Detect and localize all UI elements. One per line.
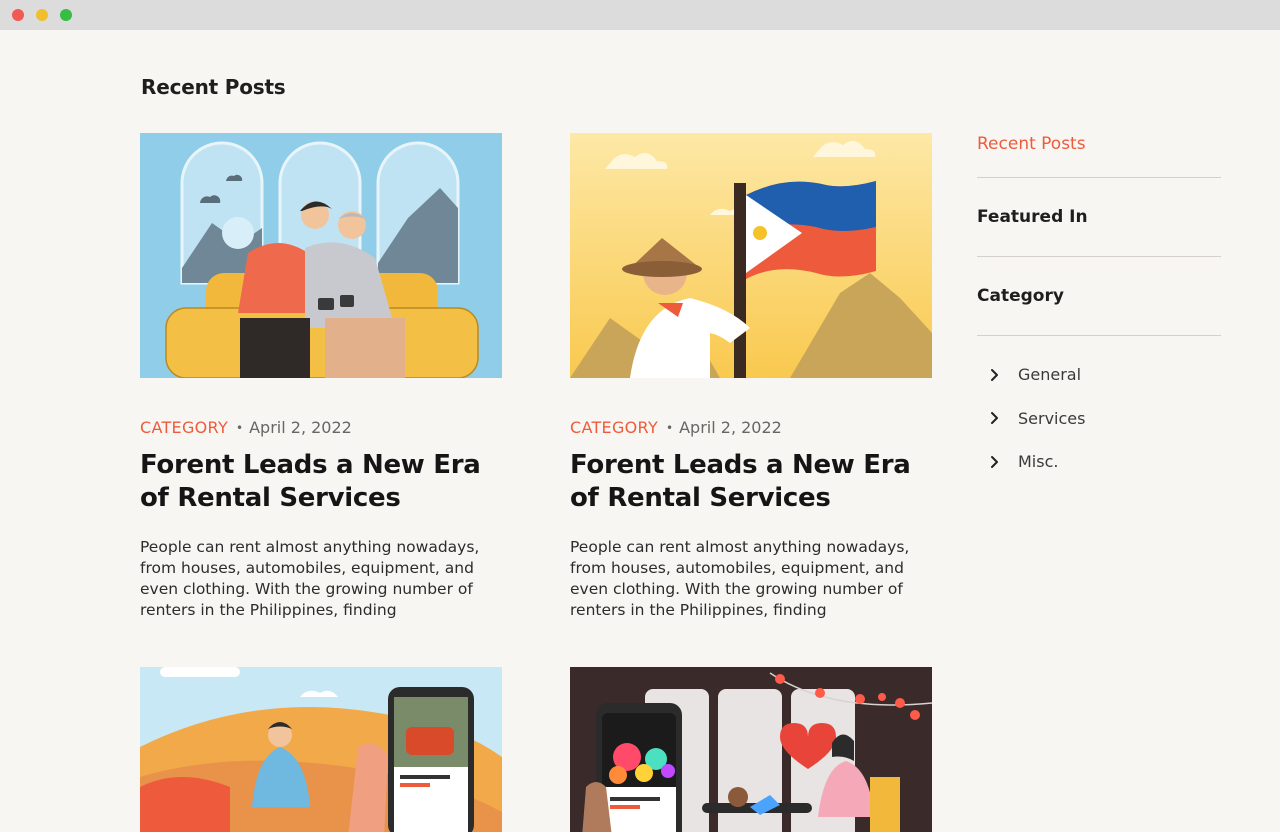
meta-separator: • [236,420,244,435]
post-card [140,667,502,832]
post-date: April 2, 2022 [679,418,782,437]
post-card: CATEGORY • April 2, 2022 Forent Leads a … [140,133,502,633]
window-titlebar [0,0,1280,30]
post-thumbnail[interactable] [570,667,932,832]
category-list: General Services Misc. [977,353,1221,484]
post-thumbnail[interactable] [570,133,932,378]
category-label: General [1018,365,1082,385]
maximize-window-button[interactable] [60,9,72,21]
post-card: CATEGORY • April 2, 2022 Forent Leads a … [570,133,932,633]
sidebar-tab-category[interactable]: Category [977,257,1221,336]
category-label: Misc. [1018,452,1059,472]
sidebar-tab-featured-in[interactable]: Featured In [977,178,1221,257]
category-item-general[interactable]: General [977,353,1221,397]
category-item-services[interactable]: Services [977,397,1221,441]
close-window-button[interactable] [12,9,24,21]
post-title[interactable]: Forent Leads a New Era of Rental Service… [140,449,502,515]
post-meta: CATEGORY • April 2, 2022 [570,418,782,437]
man-with-philippine-flag-illustration [570,133,932,378]
category-label: Services [1018,408,1086,428]
couple-on-sofa-illustration [140,133,502,378]
date-night-phone-illustration [570,667,932,832]
sidebar-tab-recent-posts[interactable]: Recent Posts [977,130,1221,178]
post-card [570,667,932,832]
blog-sidebar: Recent Posts Featured In Category Genera… [977,130,1221,484]
post-excerpt: People can rent almost anything nowadays… [140,538,480,619]
post-excerpt: People can rent almost anything nowadays… [570,538,910,619]
post-meta: CATEGORY • April 2, 2022 [140,418,352,437]
chevron-right-icon [991,455,998,468]
chevron-right-icon [991,412,998,425]
post-thumbnail[interactable] [140,133,502,378]
category-item-misc[interactable]: Misc. [977,440,1221,484]
chevron-right-icon [991,368,998,381]
meta-separator: • [666,420,674,435]
minimize-window-button[interactable] [36,9,48,21]
car-rental-phone-illustration [140,667,502,832]
section-title: Recent Posts [141,75,286,99]
post-category-link[interactable]: CATEGORY [140,418,228,437]
post-date: April 2, 2022 [249,418,352,437]
post-category-link[interactable]: CATEGORY [570,418,658,437]
post-thumbnail[interactable] [140,667,502,832]
post-title[interactable]: Forent Leads a New Era of Rental Service… [570,449,932,515]
